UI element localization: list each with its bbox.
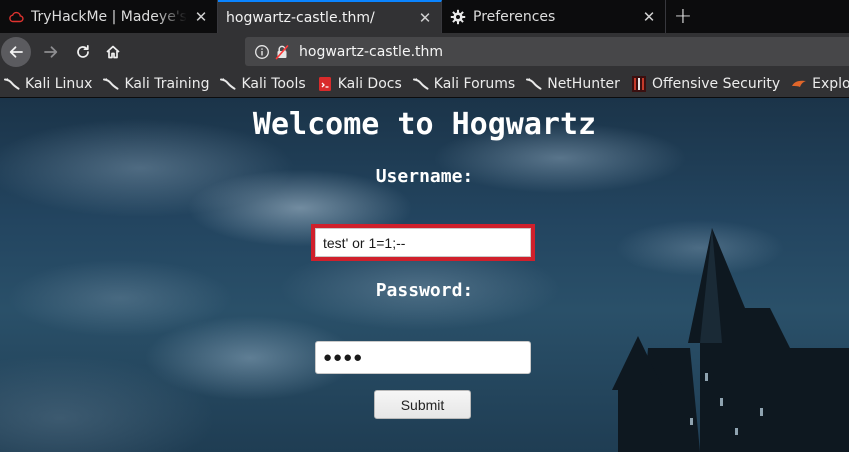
tab-bar: TryHackMe | Madeye's Castle ✕ hogwartz-c… [0,0,849,33]
info-icon[interactable] [254,44,270,60]
tab-title: hogwartz-castle.thm/ [226,9,375,26]
new-tab-button[interactable]: + [666,0,700,33]
close-icon[interactable]: ✕ [417,9,433,27]
back-button[interactable] [1,36,31,67]
bookmark-exploit-db[interactable]: Exploit-DB [791,76,849,92]
forward-button[interactable] [37,38,65,66]
page-title: Welcome to Hogwartz [252,107,597,142]
kali-dragon-icon [526,76,542,92]
bookmark-label: Kali Tools [241,75,306,92]
kali-docs-icon [317,76,333,92]
page-content: Welcome to Hogwartz Username: test' or 1… [0,98,849,452]
username-input[interactable]: test' or 1=1;-- [315,228,531,257]
insecure-lock-icon[interactable] [274,44,290,60]
bookmark-kali-linux[interactable]: Kali Linux [4,76,92,92]
reload-button[interactable] [69,38,97,66]
exploit-db-icon [791,76,807,92]
bookmark-kali-forums[interactable]: Kali Forums [412,75,516,92]
bookmark-label: NetHunter [547,75,620,92]
tab-title: Preferences [473,8,556,25]
home-button[interactable] [99,38,127,66]
username-label: Username: [375,166,474,187]
reload-icon [77,44,89,58]
tryhackme-cloud-icon [8,9,24,25]
bookmark-label: Kali Docs [337,75,402,92]
submit-button[interactable]: Submit [374,390,471,419]
url-bar[interactable]: hogwartz-castle.thm [245,37,849,66]
bookmark-kali-docs[interactable]: Kali Docs [317,76,402,92]
bookmark-label: Offensive Security [651,75,781,92]
arrow-left-icon [9,45,23,58]
arrow-right-icon [44,45,58,58]
bookmark-label: Kali Training [124,75,210,92]
bookmark-nethunter[interactable]: NetHunter [526,76,620,92]
bookmark-offensive-security[interactable]: Offensive Security [631,75,781,92]
close-icon[interactable]: ✕ [641,8,657,26]
offsec-icon [631,75,647,92]
kali-dragon-icon [4,76,20,92]
password-input[interactable]: ●●●● [315,341,531,374]
url-text: hogwartz-castle.thm [299,43,444,60]
gear-icon [450,9,466,25]
tab-title: TryHackMe | Madeye's Castle [31,8,187,25]
tab-hogwartz-active[interactable]: hogwartz-castle.thm/ ✕ [218,0,442,33]
kali-dragon-icon [412,76,429,92]
bookmarks-toolbar: Kali Linux Kali Training Kali Tools Kali… [0,70,849,98]
close-icon[interactable]: ✕ [193,8,209,26]
tab-preferences[interactable]: Preferences ✕ [442,0,666,33]
bookmark-label: Exploit-DB [812,75,849,92]
bookmark-kali-tools[interactable]: Kali Tools [220,75,306,92]
home-icon [106,45,120,58]
tab-tryhackme[interactable]: TryHackMe | Madeye's Castle ✕ [0,0,218,33]
password-label: Password: [375,280,474,301]
bookmark-kali-training[interactable]: Kali Training [103,76,209,92]
bookmark-label: Kali Forums [433,75,516,92]
navigation-toolbar: hogwartz-castle.thm [0,33,849,70]
kali-dragon-icon [220,76,236,92]
kali-dragon-icon [103,76,119,92]
bookmark-label: Kali Linux [25,75,93,92]
